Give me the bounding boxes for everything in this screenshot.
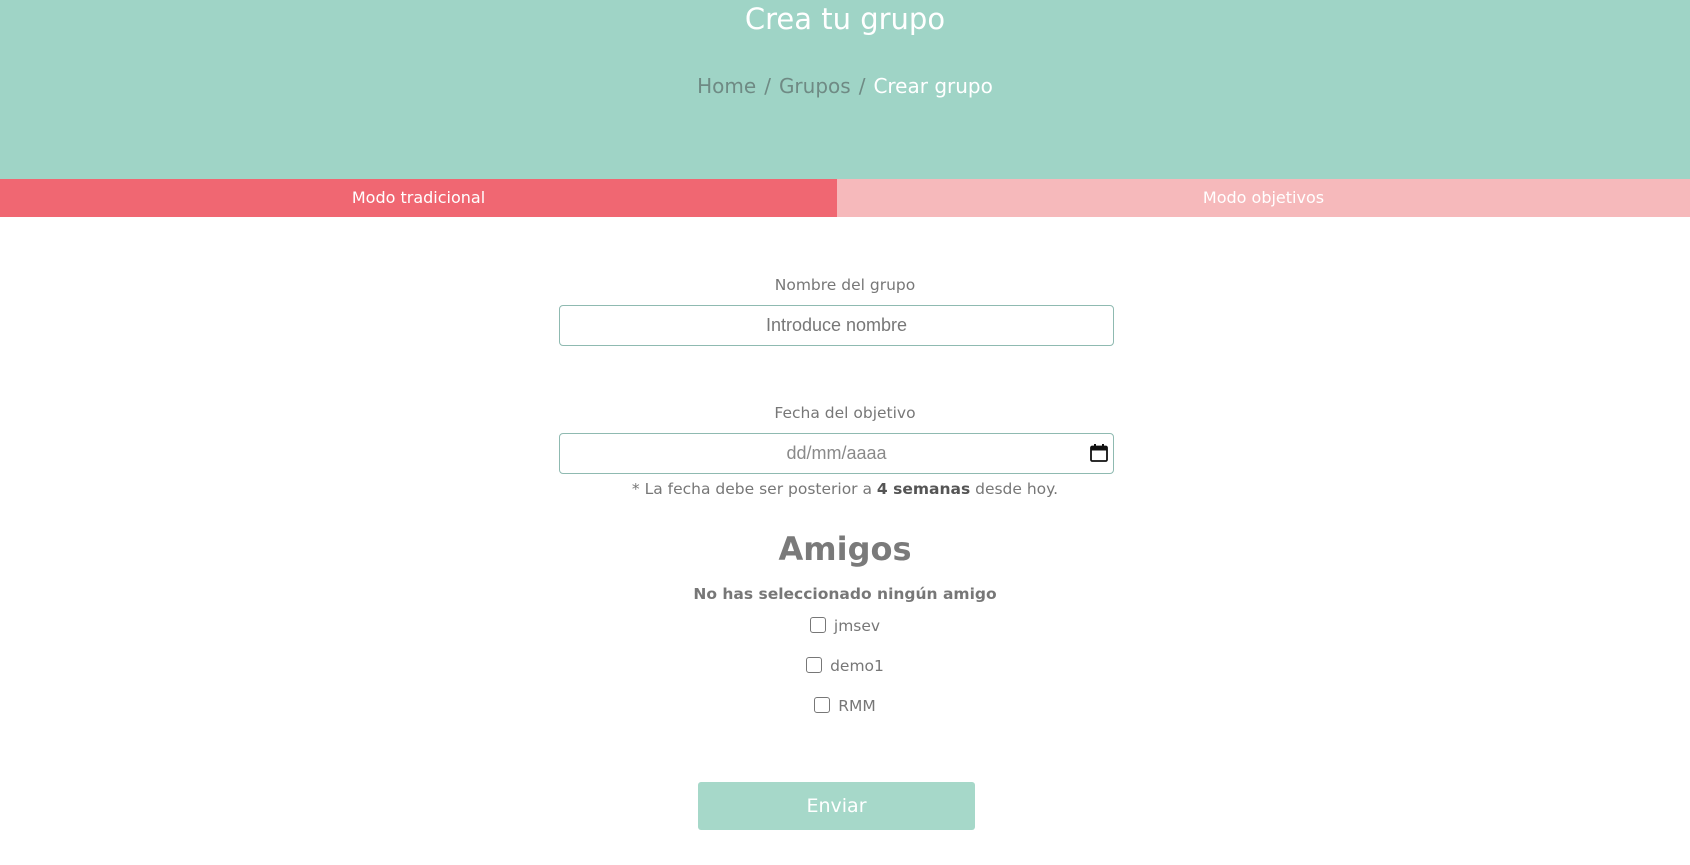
group-name-input[interactable] (560, 306, 1113, 345)
breadcrumb-separator: / (764, 74, 771, 98)
tab-modo-tradicional[interactable]: Modo tradicional (0, 179, 837, 217)
friend-option[interactable]: jmsev (0, 617, 1690, 635)
date-hint: * La fecha debe ser posterior a 4 semana… (0, 480, 1690, 498)
tab-modo-objetivos[interactable]: Modo objetivos (837, 179, 1690, 217)
group-name-label: Nombre del grupo (774, 276, 916, 294)
breadcrumb-home-link[interactable]: Home (697, 74, 756, 98)
breadcrumb-groups-link[interactable]: Grupos (779, 74, 851, 98)
page-header: Crea tu grupo Home / Grupos / Crear grupo (0, 0, 1690, 179)
calendar-icon[interactable] (1089, 443, 1109, 463)
friend-checkbox[interactable] (806, 657, 823, 673)
friend-checkbox[interactable] (814, 697, 831, 713)
group-name-field-wrapper (559, 305, 1114, 346)
friend-option[interactable]: demo1 (0, 657, 1690, 675)
breadcrumb-separator: / (858, 74, 866, 98)
mode-tabs: Modo tradicional Modo objetivos (0, 179, 1690, 217)
date-hint-suffix: desde hoy. (970, 480, 1059, 498)
submit-button[interactable]: Enviar (698, 782, 975, 830)
friends-heading: Amigos (778, 530, 912, 568)
objective-date-input[interactable]: dd/mm/aaaa (559, 433, 1114, 474)
date-placeholder: dd/mm/aaaa (786, 443, 887, 463)
friend-checkbox[interactable] (809, 617, 826, 633)
no-friends-selected-text: No has seleccionado ningún amigo (693, 585, 997, 603)
friend-label: jmsev (833, 617, 881, 635)
breadcrumb-current: Crear grupo (873, 74, 993, 98)
friend-label: demo1 (830, 657, 884, 675)
date-hint-weeks: 4 semanas (876, 480, 971, 498)
friend-option[interactable]: RMM (0, 697, 1690, 715)
page-title: Crea tu grupo (744, 2, 946, 36)
breadcrumb: Home / Grupos / Crear grupo (0, 74, 1690, 98)
friend-label: RMM (838, 697, 876, 715)
objective-date-label: Fecha del objetivo (774, 404, 916, 422)
date-hint-prefix: * La fecha debe ser posterior a (631, 480, 877, 498)
